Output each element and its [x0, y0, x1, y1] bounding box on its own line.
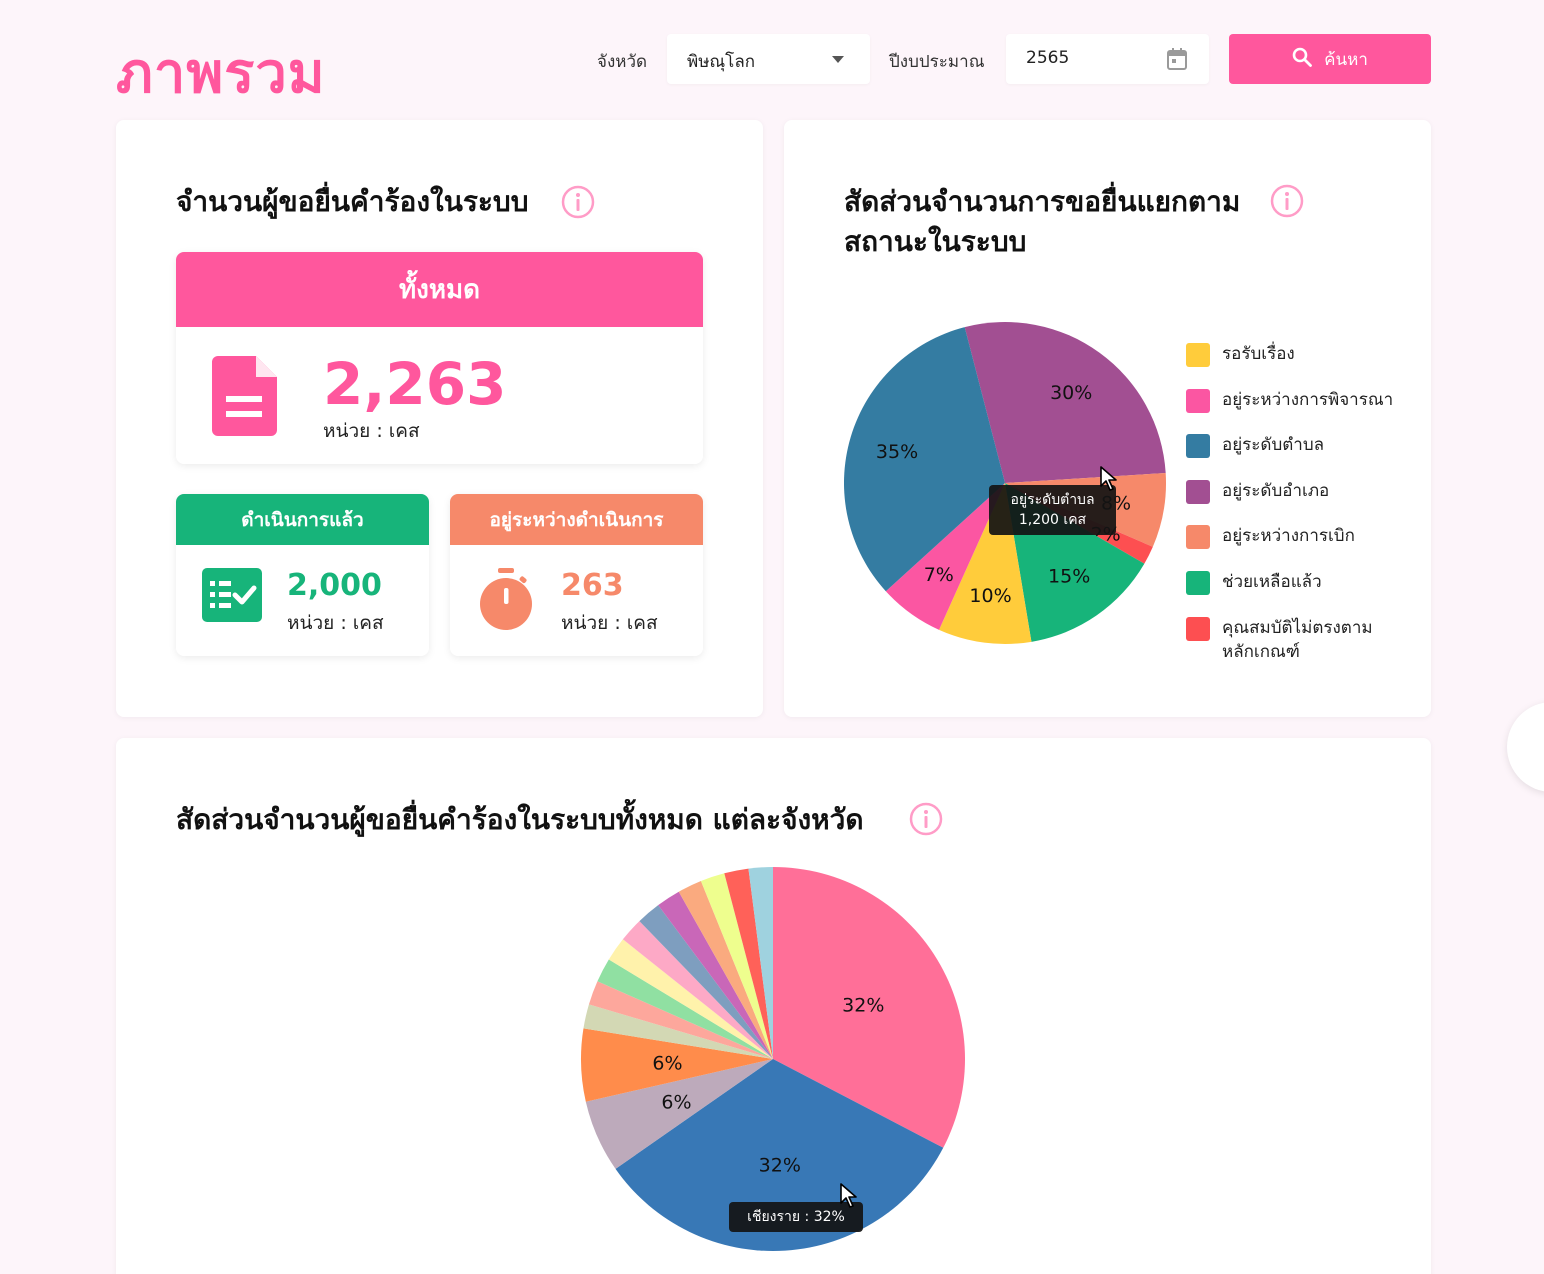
legend-item[interactable]: รอรับเรื่อง: [1186, 342, 1393, 388]
legend-item[interactable]: คุณสมบัติไม่ตรงตาม หลักเกณฑ์: [1186, 616, 1393, 662]
legend-item[interactable]: อยู่ระหว่างการเบิก: [1186, 524, 1393, 570]
pie-slice-label: 32%: [759, 1154, 801, 1176]
calendar-icon[interactable]: [1167, 48, 1187, 74]
pie-slice-label: 6%: [652, 1052, 682, 1074]
done-cases-unit: หน่วย : เคส: [287, 612, 384, 634]
info-icon[interactable]: [909, 802, 943, 840]
pie-slice-label: 15%: [1048, 566, 1090, 588]
summary-card: จำนวนผู้ขอยื่นคำร้องในระบบ ทั้งหมด 2,263…: [116, 120, 763, 717]
info-icon[interactable]: [561, 185, 595, 223]
legend-swatch: [1186, 616, 1210, 641]
province-card-title: สัดส่วนจำนวนผู้ขอยื่นคำร้องในระบบทั้งหมด…: [176, 803, 864, 836]
done-cases-label: ดำเนินการแล้ว: [176, 494, 429, 545]
legend-label: อยู่ระหว่างการพิจารณา: [1222, 389, 1394, 410]
document-icon: [212, 356, 277, 440]
year-input-value: 2565: [1026, 48, 1070, 68]
legend-label: อยู่ระหว่างการเบิก: [1222, 526, 1355, 547]
pie-slice-label: 35%: [876, 441, 918, 463]
total-cases-label: ทั้งหมด: [176, 252, 703, 327]
legend-swatch: [1186, 479, 1210, 504]
legend-label: ช่วยเหลือแล้ว: [1222, 571, 1322, 592]
checklist-icon: [202, 568, 262, 626]
pie-slice-label: 32%: [842, 994, 884, 1016]
legend-label: อยู่ระดับอำเภอ: [1222, 480, 1330, 501]
pending-cases-unit: หน่วย : เคส: [561, 612, 658, 634]
status-pie-tooltip: อยู่ระดับตำบล 1,200 เคส: [989, 485, 1116, 535]
legend-item[interactable]: อยู่ระดับอำเภอ: [1186, 479, 1393, 525]
total-cases-value: 2,263: [323, 350, 507, 418]
status-card-title-line1: สัดส่วนจำนวนการขอยื่นแยกตาม: [844, 185, 1241, 218]
cursor-icon: [1100, 466, 1118, 496]
province-select-value: พิษณุโลก: [687, 52, 756, 72]
cursor-icon: [840, 1183, 858, 1213]
search-button-label: ค้นหา: [1324, 49, 1368, 70]
search-button[interactable]: ค้นหา: [1229, 34, 1431, 84]
legend-swatch: [1186, 570, 1210, 595]
status-tooltip-line2: 1,200 เคส: [1018, 512, 1087, 528]
year-input[interactable]: 2565: [1006, 34, 1209, 84]
status-card-title-line2: สถานะในระบบ: [844, 225, 1027, 258]
year-label: ปีงบประมาณ: [889, 52, 985, 72]
pie-slice-label: 30%: [1050, 382, 1092, 404]
pending-cases-box: อยู่ระหว่างดำเนินการ 263 หน่วย : เคส: [450, 494, 703, 656]
legend-item[interactable]: ช่วยเหลือแล้ว: [1186, 570, 1393, 616]
total-cases-unit: หน่วย : เคส: [323, 420, 420, 442]
stopwatch-icon: [476, 568, 536, 636]
total-cases-box: ทั้งหมด 2,263 หน่วย : เคส: [176, 252, 703, 464]
legend-swatch: [1186, 434, 1210, 459]
legend-swatch: [1186, 525, 1210, 550]
legend-swatch: [1186, 388, 1210, 413]
province-select[interactable]: พิษณุโลก: [667, 34, 870, 84]
summary-card-title: จำนวนผู้ขอยื่นคำร้องในระบบ: [176, 185, 529, 218]
side-panel-toggle[interactable]: [1507, 702, 1544, 792]
legend-swatch: [1186, 343, 1210, 367]
search-icon: [1292, 47, 1313, 72]
page-title: ภาพรวม: [116, 41, 326, 106]
chevron-down-icon: [832, 56, 844, 63]
done-cases-box: ดำเนินการแล้ว 2,000 หน่วย : เคส: [176, 494, 429, 656]
pending-cases-label: อยู่ระหว่างดำเนินการ: [450, 494, 703, 545]
status-card: สัดส่วนจำนวนการขอยื่นแยกตาม สถานะในระบบ …: [784, 120, 1431, 717]
pie-slice-label: 6%: [661, 1092, 691, 1114]
province-pie-chart[interactable]: 32% 32% 6% 6%: [578, 866, 968, 1256]
legend-label: อยู่ระดับตำบล: [1222, 435, 1325, 456]
pie-slice-label: 7%: [924, 564, 954, 586]
province-label: จังหวัด: [597, 52, 648, 72]
province-card: สัดส่วนจำนวนผู้ขอยื่นคำร้องในระบบทั้งหมด…: [116, 738, 1431, 1274]
legend-label: คุณสมบัติไม่ตรงตาม หลักเกณฑ์: [1222, 617, 1373, 662]
pending-cases-value: 263: [561, 568, 624, 603]
info-icon[interactable]: [1270, 184, 1304, 222]
legend-label: รอรับเรื่อง: [1222, 344, 1295, 364]
legend-item[interactable]: อยู่ระดับตำบล: [1186, 433, 1393, 479]
legend-item[interactable]: อยู่ระหว่างการพิจารณา: [1186, 388, 1393, 434]
status-legend: รอรับเรื่องอยู่ระหว่างการพิจารณาอยู่ระดั…: [1186, 342, 1393, 662]
pie-slice-label: 10%: [969, 585, 1011, 607]
status-tooltip-line1: อยู่ระดับตำบล: [1010, 492, 1095, 508]
done-cases-value: 2,000: [287, 568, 382, 603]
